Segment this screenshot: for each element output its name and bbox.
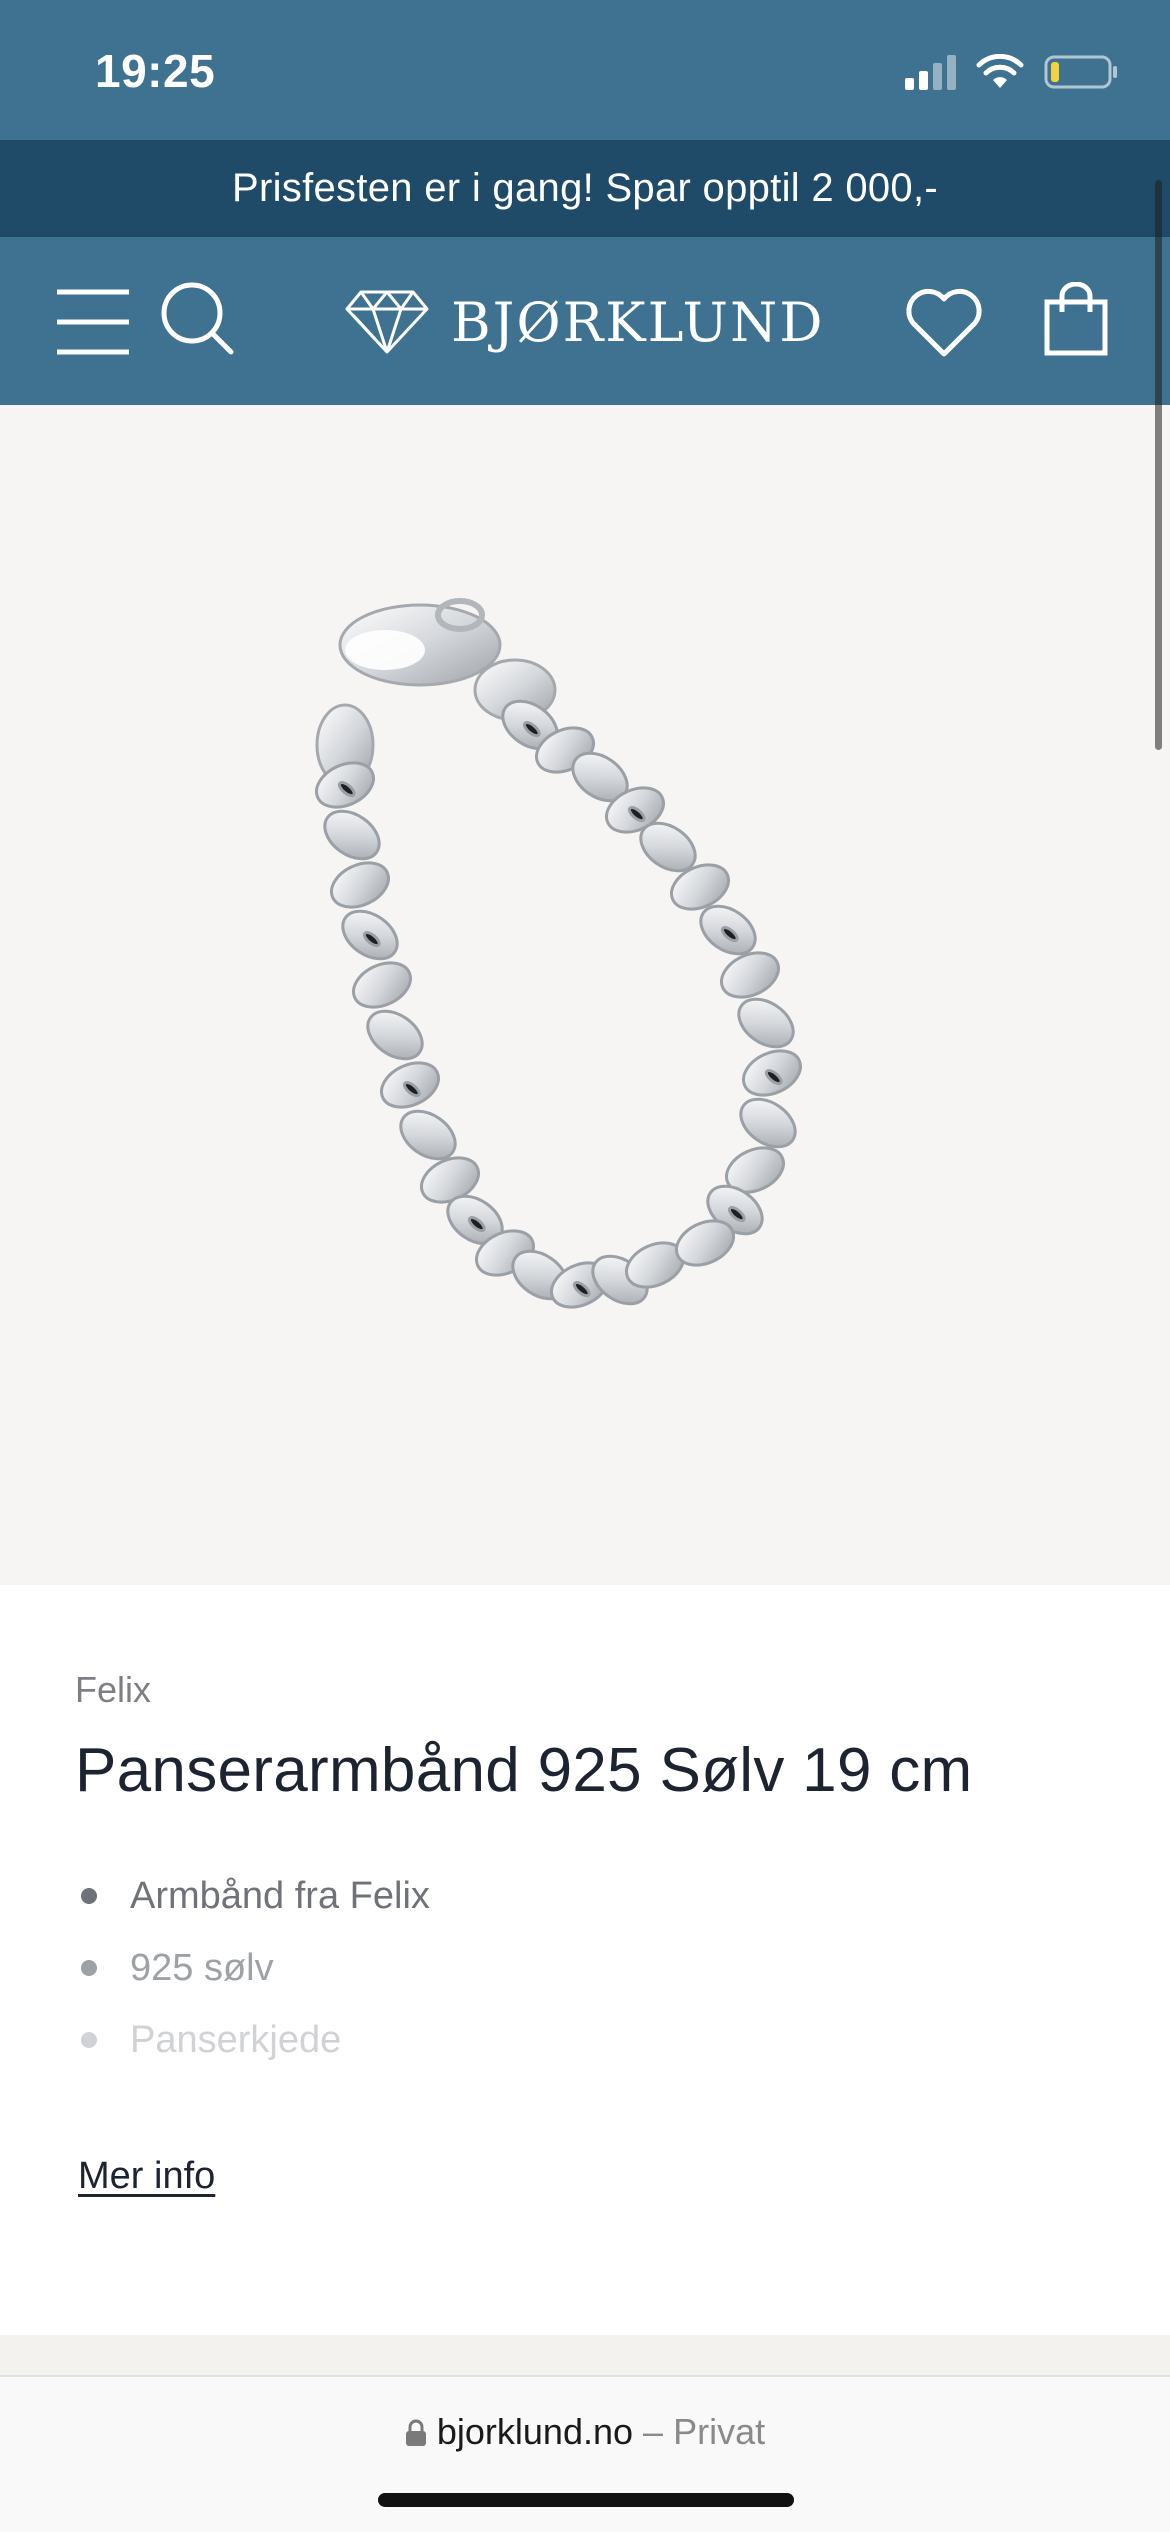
- product-image[interactable]: [0, 405, 1170, 1585]
- cellular-signal-icon: [905, 54, 956, 90]
- cart-button[interactable]: [1032, 275, 1120, 363]
- chain-link: [739, 1097, 797, 1149]
- heart-icon: [906, 288, 982, 357]
- browser-address-bar[interactable]: bjorklund.no – Privat: [0, 2375, 1170, 2532]
- feature-list: Armbånd fra Felix 925 sølv Panserkjede: [78, 1870, 430, 2086]
- feature-item: Armbånd fra Felix: [78, 1870, 430, 1942]
- next-section: [0, 2335, 1170, 2375]
- search-icon: [161, 282, 234, 355]
- diamond-logo-icon: [345, 290, 429, 354]
- address-separator: –: [643, 2411, 664, 2452]
- promo-text: Prisfesten er i gang! Spar opptil 2 000,…: [231, 166, 939, 210]
- address-domain: bjorklund.no: [436, 2411, 634, 2452]
- browsing-mode: Privat: [673, 2411, 766, 2452]
- product-brand[interactable]: Felix: [75, 1669, 151, 1711]
- silver-bracelet-image: [315, 598, 802, 1309]
- promo-banner[interactable]: Prisfesten er i gang! Spar opptil 2 000,…: [0, 140, 1170, 237]
- battery-icon: [1044, 55, 1117, 89]
- chain-link: [720, 951, 780, 999]
- status-bar: 19:25: [0, 0, 1170, 140]
- product-info: Felix Panserarmbånd 925 Sølv 19 cm Armbå…: [0, 1585, 1170, 2335]
- scrollbar[interactable]: [1155, 180, 1162, 750]
- brand-logo[interactable]: BJØRKLUND: [345, 282, 825, 362]
- home-indicator[interactable]: [378, 2493, 794, 2507]
- brand-name: BJØRKLUND: [451, 290, 825, 354]
- address-text[interactable]: bjorklund.no – Privat: [0, 2411, 1170, 2453]
- chain-link: [366, 1009, 424, 1061]
- chain-link: [323, 809, 381, 861]
- wishlist-button[interactable]: [900, 279, 988, 367]
- shopping-bag-icon: [1044, 282, 1108, 356]
- chain-link: [330, 861, 390, 909]
- menu-button[interactable]: [52, 281, 134, 363]
- status-time: 19:25: [95, 45, 216, 97]
- more-info-link[interactable]: Mer info: [78, 2155, 215, 2198]
- chain-link: [352, 961, 412, 1009]
- status-icons: [905, 52, 1120, 92]
- wifi-icon: [976, 54, 1024, 88]
- menu-icon: [57, 289, 129, 355]
- product-title: Panserarmbånd 925 Sølv 19 cm: [75, 1736, 973, 1805]
- feature-item: Panserkjede: [78, 2014, 430, 2086]
- chain-link: [737, 997, 795, 1049]
- site-header: BJØRKLUND: [0, 237, 1170, 405]
- search-button[interactable]: [156, 277, 238, 359]
- feature-item: 925 sølv: [78, 1942, 430, 2014]
- lock-icon: [405, 2419, 426, 2446]
